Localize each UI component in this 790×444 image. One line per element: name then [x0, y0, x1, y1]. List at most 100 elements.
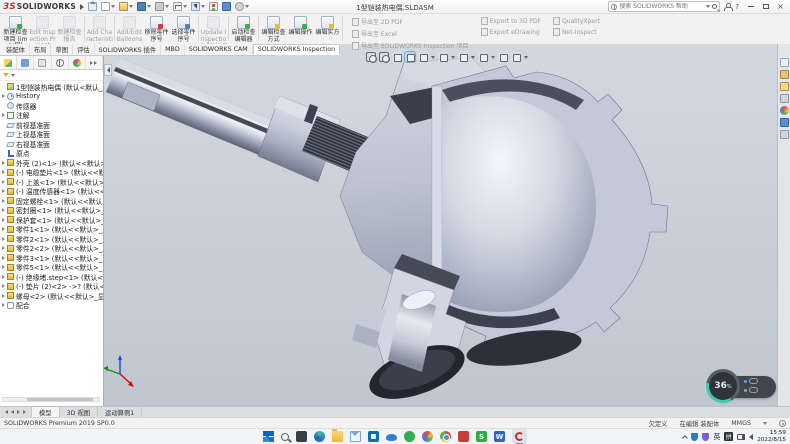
units-dropdown-caret-icon[interactable] — [763, 422, 767, 425]
shield-blue-icon[interactable] — [691, 433, 698, 441]
start-button[interactable] — [263, 431, 274, 442]
tab-3d-views[interactable]: 3D 视图 — [60, 407, 98, 417]
solidworks-resources-icon[interactable] — [780, 58, 789, 67]
tray-chevron-up-icon[interactable] — [682, 435, 688, 441]
dynamic-annotation-icon[interactable] — [418, 52, 428, 62]
search-scope-icon[interactable] — [611, 4, 617, 10]
tab-scroll-buttons[interactable] — [0, 407, 32, 417]
save-icon[interactable] — [137, 2, 146, 11]
chrome-icon[interactable] — [440, 431, 451, 442]
edit-operation-button[interactable]: 编辑操作 — [287, 14, 314, 37]
hide-show-items-icon[interactable] — [478, 52, 488, 62]
open-icon[interactable] — [119, 2, 128, 11]
custom-properties-icon[interactable] — [780, 118, 789, 127]
3d-model-thermocouple-assembly[interactable] — [104, 44, 790, 406]
restore-button[interactable] — [758, 1, 773, 13]
dropdown-caret-icon[interactable] — [129, 5, 133, 8]
file-explorer-pane-icon[interactable] — [780, 82, 789, 91]
manager-tabs-overflow[interactable] — [86, 56, 103, 69]
select-balloon-button[interactable]: 选择零件序号 — [170, 14, 197, 43]
expand-arrow-icon[interactable] — [2, 189, 5, 193]
export-inspection-project-button[interactable]: 导出至 SOLIDWORKS Inspection 项目 — [352, 41, 469, 50]
expand-arrow-icon[interactable] — [2, 303, 5, 307]
tab-sketch[interactable]: 草图 — [51, 44, 73, 55]
tree-item-component[interactable]: (-) 绝缘堵.step<1> (默认<<默认 — [0, 272, 103, 282]
ime-pinyin-icon[interactable]: 拼 — [724, 432, 733, 441]
expand-arrow-icon[interactable] — [2, 265, 5, 269]
search-icon[interactable] — [712, 4, 717, 9]
previous-view-icon[interactable] — [392, 52, 402, 62]
tree-item-sensors[interactable]: 传感器 — [0, 101, 103, 111]
taskbar-clock[interactable]: 15:59 2022/8/15 — [757, 430, 786, 443]
design-library-icon[interactable] — [780, 70, 789, 79]
expand-arrow-icon[interactable] — [2, 218, 5, 222]
mouse-icon[interactable] — [749, 387, 758, 393]
expand-arrow-icon[interactable] — [2, 94, 5, 98]
tab-solidworks-cam[interactable]: SOLIDWORKS CAM — [185, 44, 253, 55]
expand-arrow-icon[interactable] — [2, 227, 5, 231]
taskbar-search-icon[interactable] — [281, 433, 289, 441]
help-button[interactable]: ? — [735, 3, 739, 11]
tab-model[interactable]: 模型 — [32, 407, 60, 417]
task-view-icon[interactable] — [296, 431, 307, 442]
expand-arrow-icon[interactable] — [2, 237, 5, 241]
tree-item-right-plane[interactable]: 右视基准面 — [0, 139, 103, 149]
display-style-icon[interactable] — [458, 52, 468, 62]
onedrive-icon[interactable] — [386, 434, 397, 441]
tab-mbd[interactable]: MBD — [161, 44, 185, 55]
print-icon[interactable] — [155, 2, 164, 11]
expand-arrow-icon[interactable] — [2, 284, 5, 288]
select-cursor-icon[interactable] — [191, 2, 200, 11]
tree-item-component[interactable]: 外壳 (2)<1> (默认<<默认>_显示状 — [0, 158, 103, 168]
dropdown-caret-icon[interactable] — [201, 5, 205, 8]
edit-method-button[interactable]: 编辑实方 — [314, 14, 341, 37]
display-manager-tab[interactable] — [69, 56, 86, 69]
dropdown-caret-icon[interactable] — [471, 56, 475, 59]
tree-item-annotations[interactable]: 注解 — [0, 111, 103, 121]
export-2d-pdf-button[interactable]: 导出至 2D PDF — [352, 17, 469, 26]
zoom-to-fit-icon[interactable] — [366, 52, 376, 62]
search-input[interactable] — [619, 3, 704, 10]
security-app-icon[interactable] — [404, 431, 415, 442]
view-settings-icon[interactable] — [511, 52, 521, 62]
export-edrawing-button[interactable]: Export eDrawing — [481, 28, 542, 36]
feature-manager-tab[interactable] — [0, 56, 17, 69]
tab-evaluate[interactable]: 评估 — [73, 44, 95, 55]
options-gear-icon[interactable] — [235, 2, 244, 11]
graphics-viewport[interactable]: 36 % — [104, 44, 790, 406]
dropdown-caret-icon[interactable] — [165, 5, 169, 8]
minimize-button[interactable] — [743, 1, 758, 13]
tree-item-origin[interactable]: 原点 — [0, 149, 103, 159]
dropdown-caret-icon[interactable] — [111, 5, 115, 8]
tree-item-component[interactable]: 保护套<1> (默认<<默认>_显示状 — [0, 215, 103, 225]
file-properties-icon[interactable] — [222, 2, 231, 11]
scroll-last-icon[interactable] — [23, 410, 26, 414]
filter-dropdown-caret-icon[interactable] — [11, 74, 15, 77]
tree-item-mates[interactable]: 配合 — [0, 301, 103, 311]
tree-item-component[interactable]: (-) 温度传感器<1> (默认<<默认>_ — [0, 187, 103, 197]
net-inspect-button[interactable]: Net-Inspect — [553, 28, 600, 36]
expand-arrow-icon[interactable] — [2, 180, 5, 184]
tree-item-component[interactable]: 零件2<2> (默认<<默认>_显示状态 — [0, 244, 103, 254]
add-edit-balloons-button[interactable]: Add/Edit Balloons — [116, 14, 143, 43]
export-3d-pdf-button[interactable]: Export to 3D PDF — [481, 17, 542, 25]
tree-item-component[interactable]: 固定螺栓<1> (默认<<默认>_显示 — [0, 196, 103, 206]
app-w-icon[interactable]: W — [494, 431, 505, 442]
solidworks-forum-icon[interactable] — [780, 130, 789, 139]
status-options-icon[interactable] — [779, 420, 786, 427]
tree-item-history[interactable]: History — [0, 92, 103, 102]
speaker-icon[interactable] — [749, 434, 753, 440]
dimxpert-manager-tab[interactable] — [52, 56, 69, 69]
tab-motion-study[interactable]: 运动算例1 — [98, 407, 142, 417]
login-person-icon[interactable] — [724, 3, 731, 10]
expand-arrow-icon[interactable] — [2, 294, 5, 298]
dropdown-caret-icon[interactable] — [524, 56, 528, 59]
zoom-overlay-widget[interactable]: 36 % — [706, 369, 776, 405]
undo-icon[interactable] — [173, 2, 182, 11]
menu-flyout-icon[interactable] — [80, 4, 84, 10]
tree-item-component[interactable]: (-) 上盖<1> (默认<<默认>_显示状 — [0, 177, 103, 187]
expand-arrow-icon[interactable] — [2, 208, 5, 212]
expand-arrow-icon[interactable] — [2, 246, 5, 250]
dropdown-caret-icon[interactable] — [451, 56, 455, 59]
mouse-icon[interactable] — [749, 378, 758, 384]
